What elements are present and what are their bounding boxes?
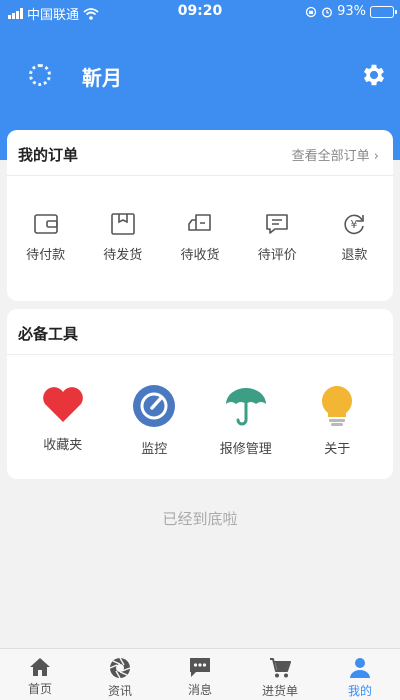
end-of-list-note: 已经到底啦 (162, 510, 238, 528)
comment-icon (266, 214, 289, 234)
order-pending-payment[interactable]: 待付款 (7, 212, 84, 263)
tab-label: 首页 (27, 682, 52, 696)
order-label: 待发货 (103, 248, 143, 263)
chat-icon (190, 658, 210, 677)
view-all-orders-link[interactable]: 查看全部订单 › (292, 145, 379, 164)
tab-label: 进货单 (261, 684, 298, 698)
order-pending-shipment[interactable]: 待发货 (84, 212, 161, 263)
order-label: 退款 (341, 248, 368, 263)
bottom-tab-bar: 首页 资讯 消息 进货单 我的 (0, 648, 400, 700)
gear-icon[interactable] (360, 61, 388, 89)
tab-home[interactable]: 首页 (0, 649, 80, 700)
rotation-lock-icon (305, 6, 317, 17)
orders-header: 我的订单 查看全部订单 › (7, 130, 393, 176)
order-pending-receipt[interactable]: 待收货 (161, 212, 238, 263)
wallet-icon (33, 214, 58, 234)
tab-label: 资讯 (107, 684, 132, 698)
orders-title: 我的订单 (18, 146, 79, 164)
order-pending-review[interactable]: 待评价 (239, 212, 316, 263)
heart-icon (42, 387, 83, 422)
battery-icon (370, 5, 397, 18)
tool-repair-management[interactable]: 报修管理 (200, 384, 292, 457)
tool-label: 报修管理 (219, 442, 272, 457)
username: 靳月 (82, 66, 122, 90)
dial-icon (133, 385, 176, 427)
truck-icon (188, 214, 211, 231)
profile-header: 靳月 (0, 48, 400, 104)
svg-text:¥: ¥ (351, 218, 358, 231)
tool-about[interactable]: 关于 (292, 384, 384, 457)
package-icon (110, 213, 135, 235)
order-label: 待收货 (180, 248, 220, 263)
order-label: 待评价 (257, 248, 297, 263)
tool-label: 关于 (324, 442, 351, 457)
user-icon (350, 658, 370, 678)
tools-card: 必备工具 收藏夹 监控 报修管理 关于 (7, 309, 393, 479)
battery-percent: 93% (337, 4, 366, 19)
avatar-loading-spinner-icon[interactable] (29, 64, 51, 86)
orders-card: 我的订单 查看全部订单 › 待付款 待发货 待收货 待评价 ¥ 退款 (7, 130, 393, 301)
umbrella-icon (225, 388, 266, 426)
order-label: 待付款 (26, 248, 66, 263)
tool-label: 监控 (141, 442, 168, 457)
tool-monitor[interactable]: 监控 (109, 384, 201, 457)
tab-label: 消息 (187, 683, 212, 697)
tab-messages[interactable]: 消息 (160, 649, 240, 700)
refund-icon: ¥ (344, 214, 365, 235)
alarm-icon (322, 7, 333, 17)
tab-purchase-list[interactable]: 进货单 (240, 649, 320, 700)
tab-label: 我的 (347, 684, 372, 698)
home-icon (30, 658, 50, 676)
tool-favorites[interactable]: 收藏夹 (17, 384, 109, 457)
tools-header: 必备工具 (7, 309, 393, 355)
lightbulb-icon (322, 386, 353, 426)
tool-label: 收藏夹 (43, 438, 83, 453)
order-refund[interactable]: ¥ 退款 (316, 212, 393, 263)
cart-icon (270, 658, 291, 678)
aperture-icon (109, 657, 131, 679)
tab-news[interactable]: 资讯 (80, 649, 160, 700)
tools-title: 必备工具 (18, 325, 79, 343)
status-bar: 中国联通 09:20 93% (0, 0, 400, 24)
tab-me[interactable]: 我的 (320, 649, 400, 700)
